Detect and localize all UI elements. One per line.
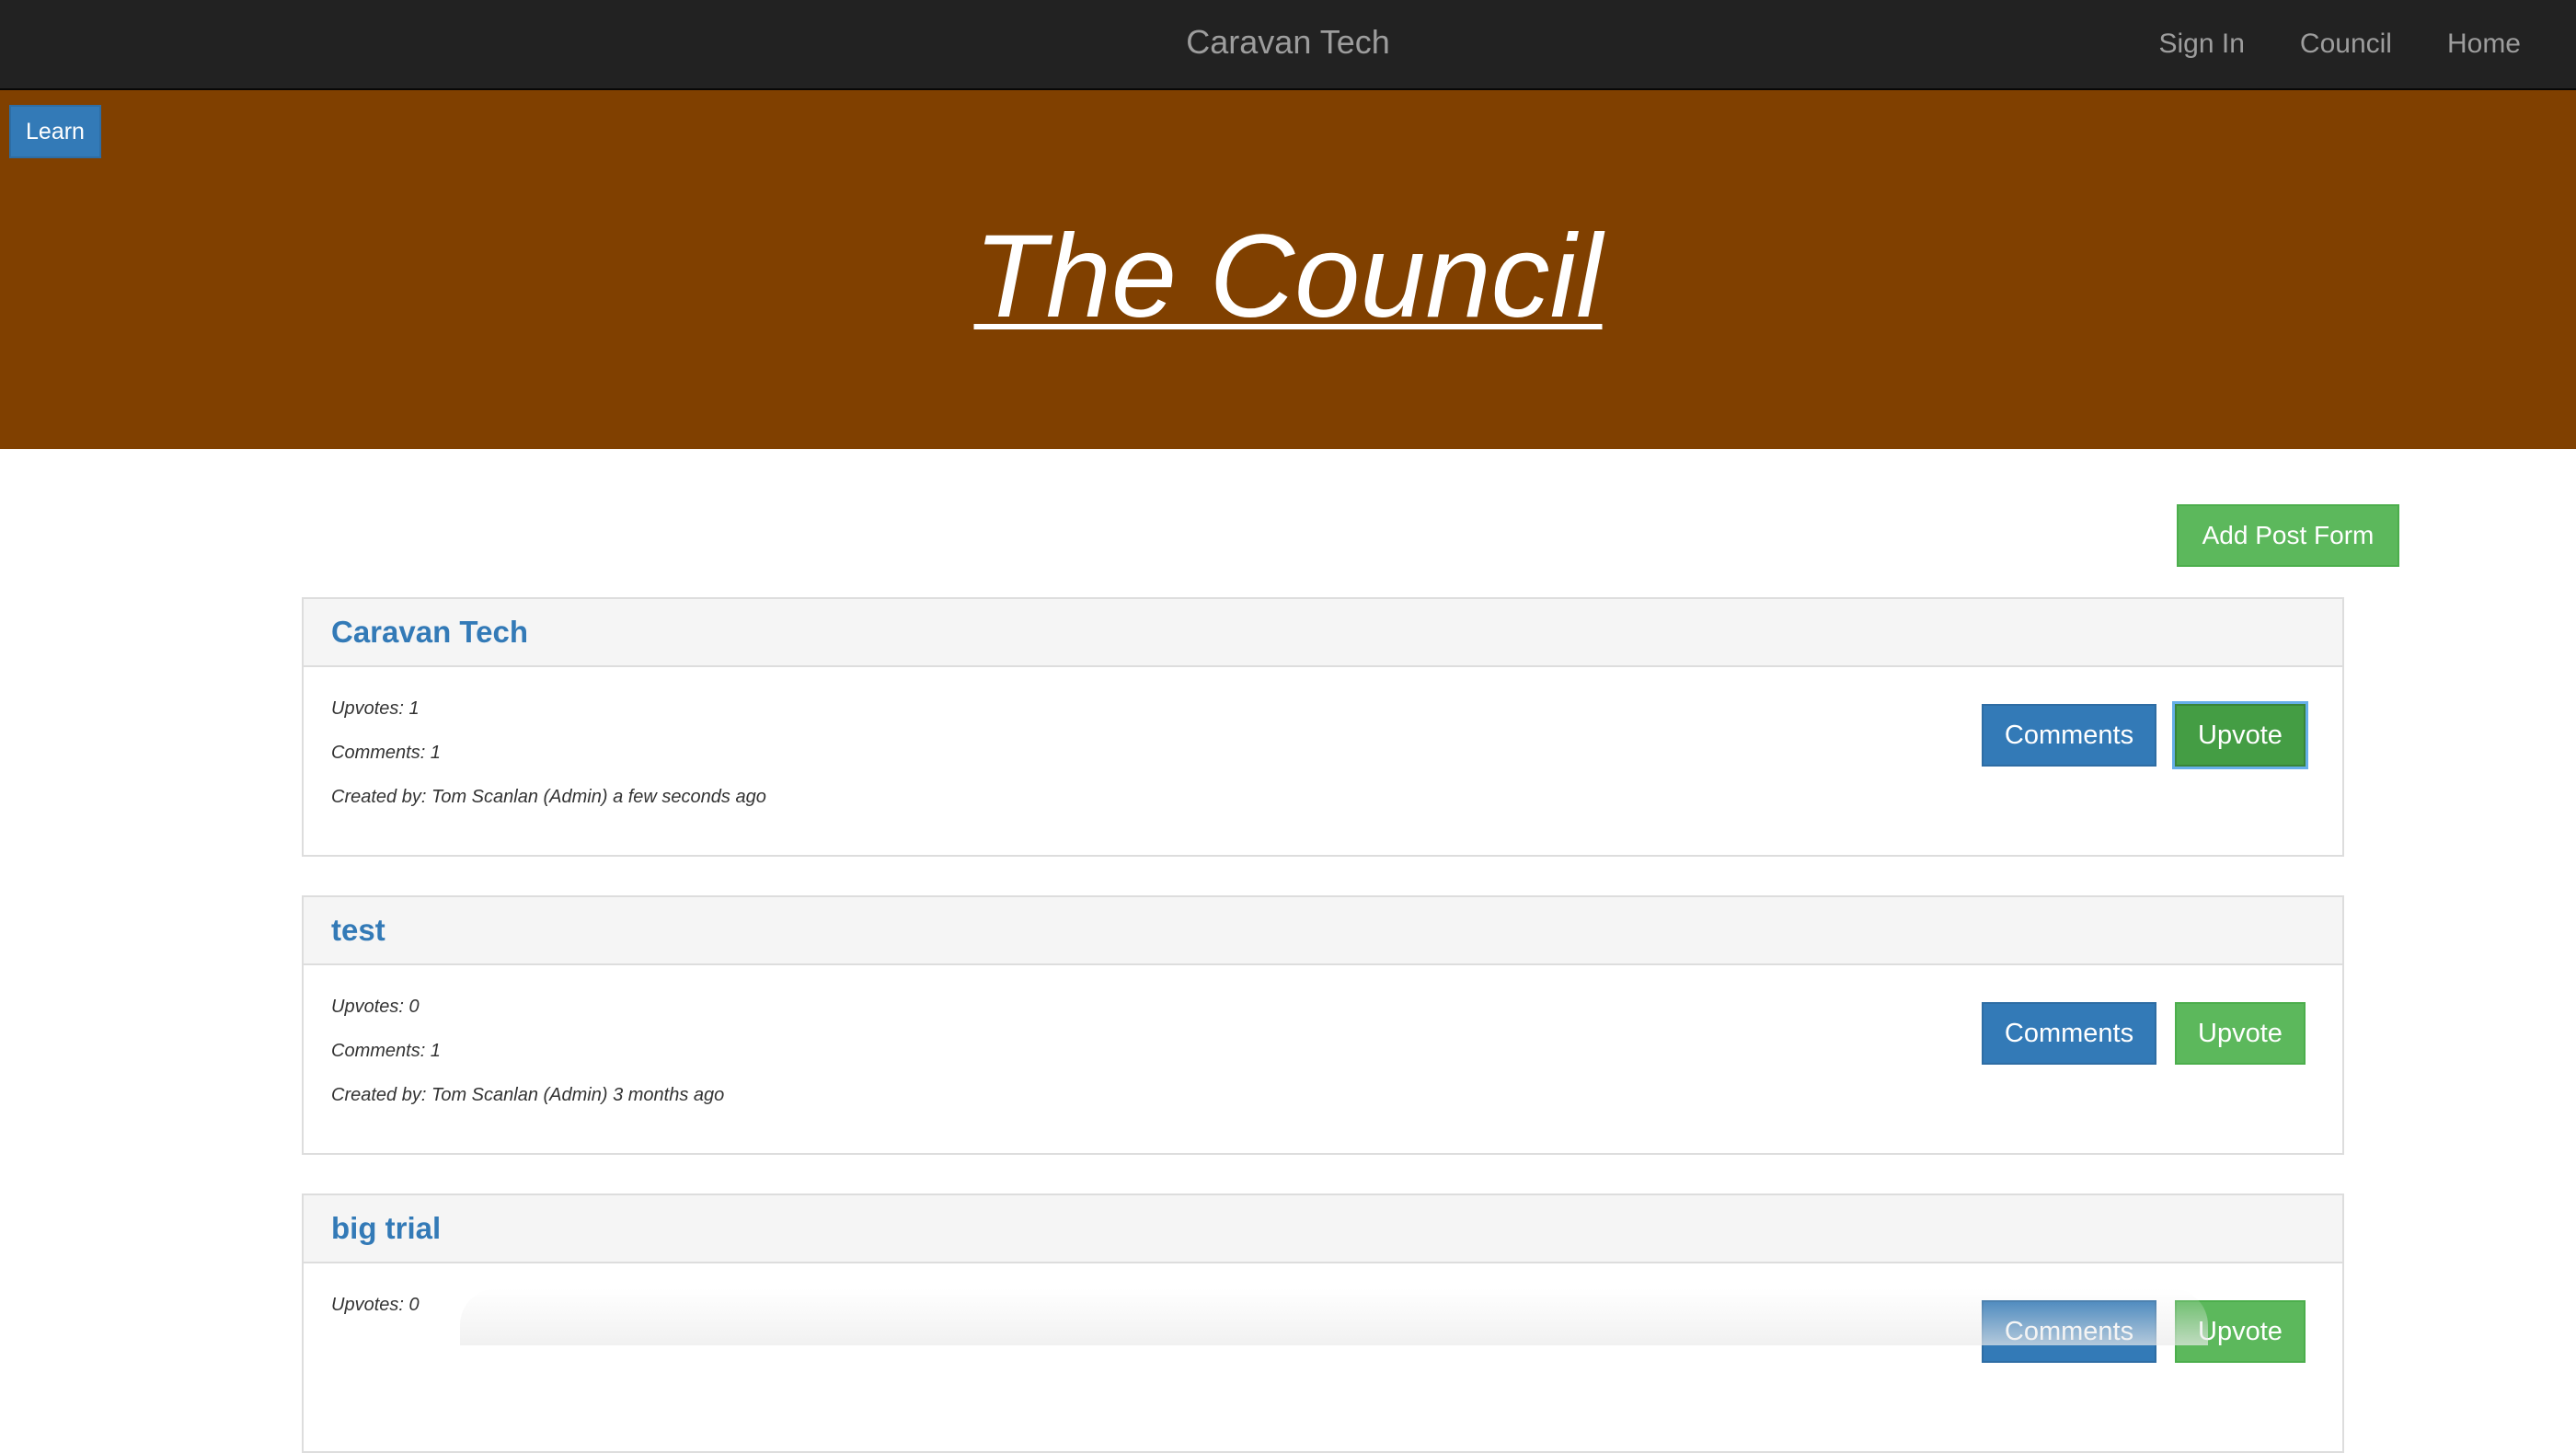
post-upvotes-count: Upvotes: 0: [331, 997, 420, 1017]
post-title-link[interactable]: test: [331, 913, 385, 948]
post-body: Upvotes: 0 Comments: 1 Created by: Tom S…: [304, 965, 2342, 1153]
nav-sign-in-link[interactable]: Sign In: [2159, 29, 2245, 60]
upvote-button[interactable]: Upvote: [2175, 1300, 2306, 1363]
post-comments-count: Comments: 1: [331, 743, 441, 763]
brand-link[interactable]: Caravan Tech: [1186, 23, 1389, 61]
post-comments-count: Comments: 1: [331, 1041, 441, 1061]
add-post-form-button[interactable]: Add Post Form: [2177, 504, 2399, 567]
nav-council-link[interactable]: Council: [2300, 29, 2392, 60]
post-title-link[interactable]: Caravan Tech: [331, 615, 528, 650]
post-heading: big trial: [304, 1195, 2342, 1263]
learn-button[interactable]: Learn: [9, 105, 101, 158]
comments-button[interactable]: Comments: [1982, 1002, 2156, 1065]
post-heading: Caravan Tech: [304, 599, 2342, 667]
hero-banner: Learn The Council: [0, 90, 2576, 449]
post-title-link[interactable]: big trial: [331, 1211, 441, 1246]
post-created-by: Created by: Tom Scanlan (Admin) 3 months…: [331, 1085, 725, 1105]
post-body: Upvotes: 0 Comments Upvote: [304, 1263, 2342, 1451]
upvote-button[interactable]: Upvote: [2175, 1002, 2306, 1065]
post-panel: big trial Upvotes: 0 Comments Upvote: [302, 1194, 2344, 1453]
comments-button[interactable]: Comments: [1982, 704, 2156, 767]
post-body: Upvotes: 1 Comments: 1 Created by: Tom S…: [304, 667, 2342, 855]
page-title: The Council: [973, 211, 1603, 342]
post-upvotes-count: Upvotes: 1: [331, 698, 420, 719]
top-navbar: Caravan Tech Sign In Council Home: [0, 0, 2576, 90]
upvote-button[interactable]: Upvote: [2175, 704, 2306, 767]
comments-button[interactable]: Comments: [1982, 1300, 2156, 1363]
nav-links: Sign In Council Home: [2104, 0, 2522, 88]
post-heading: test: [304, 897, 2342, 965]
post-panel: test Upvotes: 0 Comments: 1 Created by: …: [302, 895, 2344, 1155]
post-created-by: Created by: Tom Scanlan (Admin) a few se…: [331, 787, 766, 807]
nav-home-link[interactable]: Home: [2447, 29, 2521, 60]
post-panel: Caravan Tech Upvotes: 1 Comments: 1 Crea…: [302, 597, 2344, 857]
post-upvotes-count: Upvotes: 0: [331, 1295, 420, 1315]
